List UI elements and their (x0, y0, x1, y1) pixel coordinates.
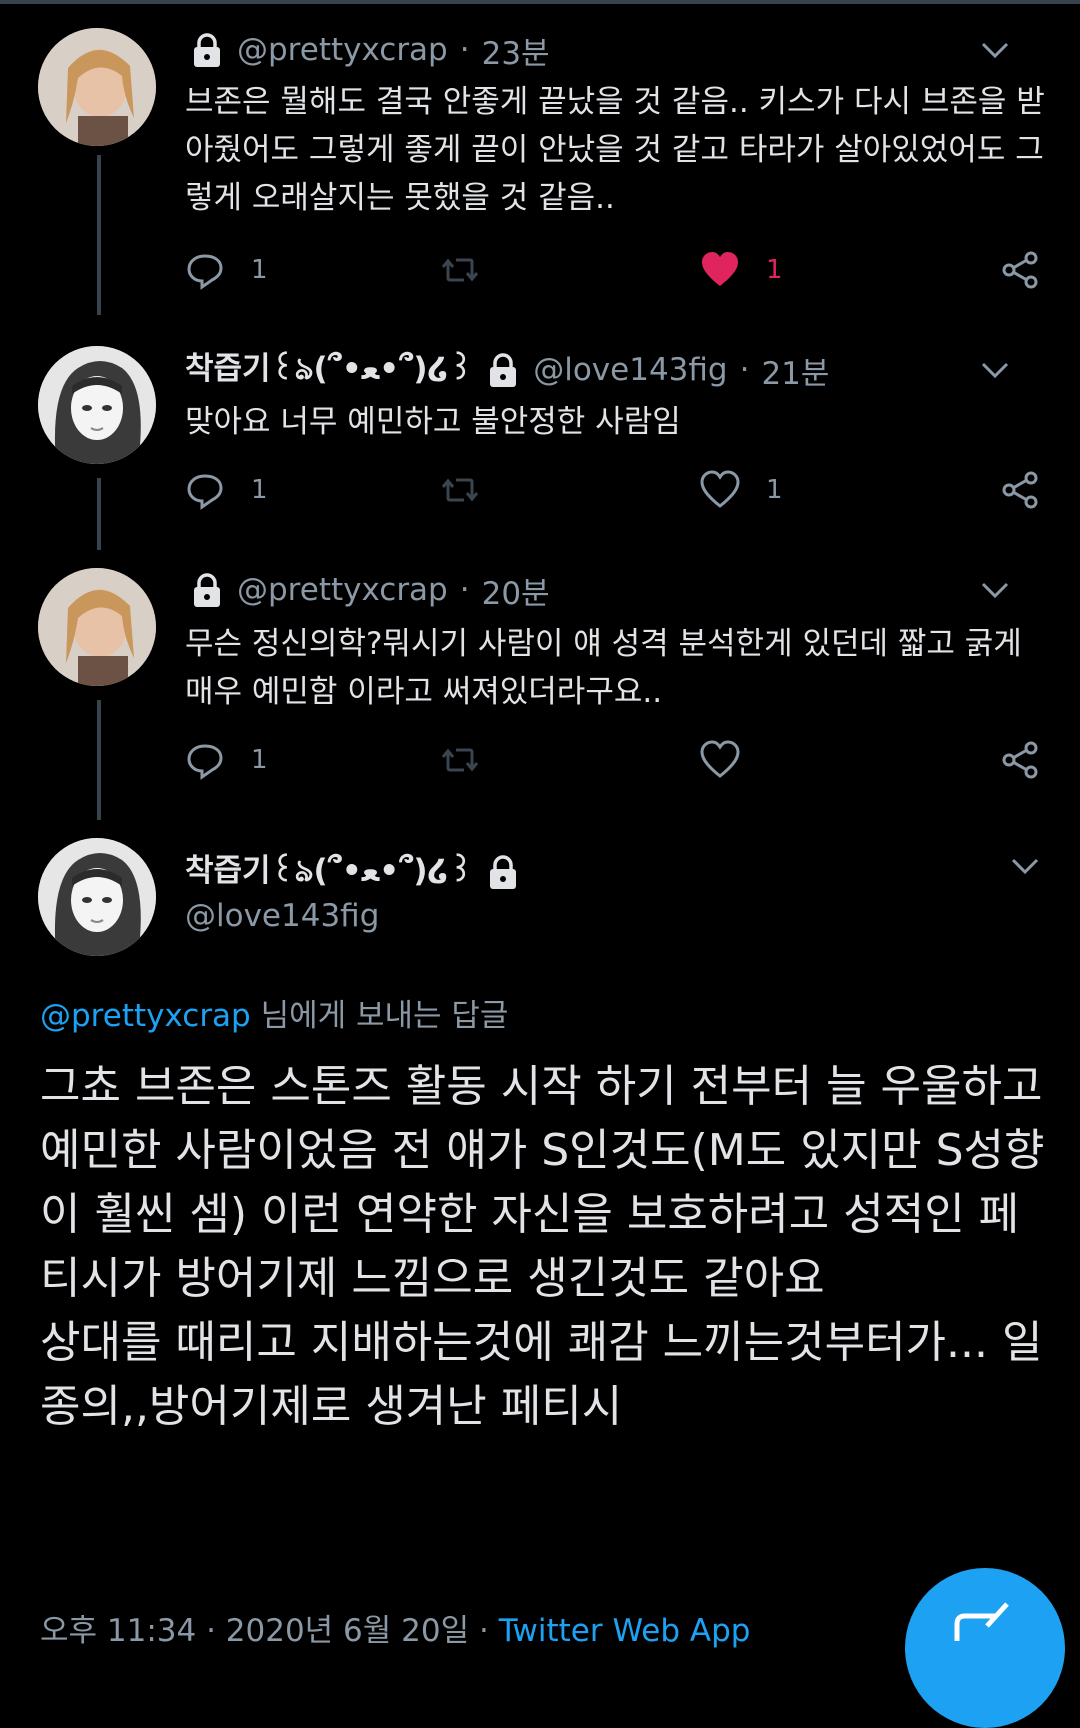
like-button[interactable]: 1 (700, 250, 783, 290)
tweet-text: 맞아요 너무 예민하고 불안정한 사람임 (185, 404, 681, 440)
display-name[interactable]: 착즙기꒰ঌ(՞•ﻌ•՞)໒꒱ (185, 845, 473, 899)
tweet-metadata: 오후 11:34 · 2020년 6월 20일 · Twitter Web Ap… (40, 1605, 750, 1650)
retweet-icon (441, 478, 479, 502)
replying-to-mention[interactable]: @prettyxcrap (40, 998, 251, 1034)
reply-count: 1 (251, 745, 268, 775)
separator-dot: · (469, 1613, 499, 1649)
reply-icon (187, 254, 223, 290)
avatar[interactable] (38, 838, 156, 956)
replying-to: @prettyxcrap 님에게 보내는 답글 (40, 990, 508, 1035)
like-count: 1 (766, 475, 783, 505)
tweet-actions: 1 (185, 740, 1045, 790)
reply-count: 1 (251, 255, 268, 285)
reply-button[interactable]: 1 (185, 740, 268, 780)
lock-icon (191, 572, 223, 608)
share-icon (1002, 741, 1038, 779)
lock-icon (487, 352, 519, 388)
chevron-down-icon[interactable] (1010, 856, 1040, 876)
thread-line (97, 700, 101, 820)
share-icon (1002, 251, 1038, 289)
reply-button[interactable]: 1 (185, 470, 268, 510)
avatar-drawing-icon (38, 346, 156, 464)
display-name[interactable]: 착즙기꒰ঌ(՞•ﻌ•՞)໒꒱ (185, 343, 473, 397)
replying-to-label: 님에게 보내는 답글 (250, 998, 509, 1034)
separator-dot: · (459, 572, 470, 608)
avatar-photo-icon (38, 568, 156, 686)
heart-icon (700, 470, 740, 508)
retweet-button[interactable] (440, 250, 480, 290)
retweet-button[interactable] (440, 740, 480, 780)
like-button[interactable]: 1 (700, 470, 783, 510)
like-button[interactable] (700, 740, 740, 780)
share-button[interactable] (1000, 740, 1040, 780)
main-tweet-text: 그쵸 브존은 스톤즈 활동 시작 하기 전부터 늘 우울하고 예민한 사람이었음… (40, 1055, 1050, 1439)
top-divider (0, 0, 1080, 4)
tweet-handle[interactable]: @love143fig (533, 352, 727, 388)
chevron-down-icon[interactable] (980, 360, 1010, 380)
main-tweet-paragraph: 상대를 때리고 지배하는것에 쾌감 느끼는것부터가... 일종의,,방어기제로 … (40, 1317, 1043, 1432)
chevron-down-icon[interactable] (980, 40, 1010, 60)
reply-count: 1 (251, 475, 268, 505)
lock-icon (191, 32, 223, 68)
tweet-text: 무슨 정신의학?뭐시기 사람이 얘 성격 분석한게 있던데 짧고 굵게 매우 예… (185, 626, 1022, 710)
tweet-handle[interactable]: @prettyxcrap (237, 572, 448, 608)
tweet-actions: 1 1 (185, 470, 1045, 520)
avatar-photo-icon (38, 28, 156, 146)
heart-icon (700, 740, 740, 778)
separator-dot: · (459, 32, 470, 68)
tweet-handle[interactable]: @prettyxcrap (237, 32, 448, 68)
tweet-time[interactable]: 21분 (761, 348, 829, 393)
reply-button[interactable]: 1 (185, 250, 268, 290)
avatar[interactable] (38, 28, 156, 146)
tweet-time[interactable]: 20분 (482, 568, 550, 613)
retweet-icon (441, 258, 479, 282)
lock-icon (487, 854, 519, 890)
compose-icon (954, 1602, 1009, 1641)
reply-icon (187, 474, 223, 510)
separator-dot: · (739, 352, 750, 388)
share-button[interactable] (1000, 250, 1040, 290)
avatar[interactable] (38, 346, 156, 464)
compose-button[interactable] (905, 1568, 1065, 1728)
main-tweet-paragraph: 그쵸 브존은 스톤즈 활동 시작 하기 전부터 늘 우울하고 예민한 사람이었음… (40, 1061, 1045, 1304)
chevron-down-icon[interactable] (980, 580, 1010, 600)
tweet-actions: 1 1 (185, 250, 1045, 300)
thread-line (97, 478, 101, 550)
thread-line (97, 155, 101, 315)
tweet-timestamp[interactable]: 오후 11:34 · 2020년 6월 20일 (40, 1613, 469, 1649)
avatar[interactable] (38, 568, 156, 686)
tweet-handle[interactable]: @love143fig (185, 898, 379, 934)
retweet-icon (441, 748, 479, 772)
share-button[interactable] (1000, 470, 1040, 510)
reply-icon (187, 744, 223, 780)
tweet-text: 브존은 뭘해도 결국 안좋게 끝났을 것 같음.. 키스가 다시 브존을 받아줬… (185, 84, 1045, 216)
retweet-button[interactable] (440, 470, 480, 510)
tweet-source[interactable]: Twitter Web App (499, 1613, 751, 1649)
avatar-drawing-icon (38, 838, 156, 956)
tweet-time[interactable]: 23분 (482, 28, 550, 73)
share-icon (1002, 471, 1038, 509)
heart-icon (702, 252, 738, 286)
like-count: 1 (766, 255, 783, 285)
